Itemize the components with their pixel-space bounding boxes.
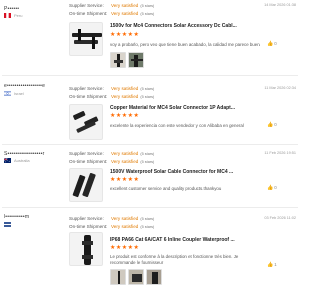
review-date: 14 Mar 2026 01:38 bbox=[264, 3, 296, 7]
product-title[interactable]: IP68 PA66 Cat 6A/CAT 6 Inline Coupler Wa… bbox=[110, 237, 260, 243]
helpful-button[interactable]: 👍0 bbox=[267, 41, 277, 47]
flag-peru-icon bbox=[4, 13, 11, 18]
product-thumbnail[interactable] bbox=[69, 232, 103, 266]
reviewer-name: e••••••••••••••••••e bbox=[4, 83, 46, 89]
review-comment: Le produit est conforme à la description… bbox=[110, 254, 239, 265]
reviewer-name: l••••••••••m bbox=[4, 214, 30, 220]
mc4-adapter-image bbox=[73, 110, 99, 133]
rating-stars: ★★★★★ bbox=[110, 32, 140, 38]
helpful-button[interactable]: 👍0 bbox=[267, 122, 277, 128]
review-comment: voy a probarlo, pero veo que tiene buen … bbox=[110, 42, 260, 47]
supplier-service-rating: Very satisfied (5 stars) bbox=[111, 3, 155, 8]
review-comment: excellent customer service and quality p… bbox=[110, 186, 222, 191]
thumbs-up-icon: 👍 bbox=[267, 262, 274, 268]
thumbs-up-icon: 👍 bbox=[267, 41, 274, 47]
supplier-service-label: Supplier Service: bbox=[69, 3, 104, 8]
ontime-shipment-label: On-time Shipment: bbox=[69, 159, 108, 164]
review-date: 11 Mar 2026 02:34 bbox=[264, 86, 296, 90]
reviewer-country: Israel bbox=[14, 91, 24, 96]
supplier-service-label: Supplier Service: bbox=[69, 216, 104, 221]
review-photo[interactable] bbox=[128, 52, 144, 68]
ontime-shipment-rating: Very satisfied (5 stars) bbox=[111, 224, 155, 229]
product-thumbnail[interactable] bbox=[69, 22, 103, 56]
supplier-service-rating: Very satisfied (5 stars) bbox=[111, 151, 155, 156]
review-card: l••••••••••m Supplier Service: Very sati… bbox=[0, 207, 300, 293]
ontime-shipment-rating: Very satisfied (5 stars) bbox=[111, 159, 155, 164]
ontime-shipment-label: On-time Shipment: bbox=[69, 94, 108, 99]
inline-coupler-image bbox=[82, 235, 93, 265]
reviewer-name: S••••••••••••••••••r bbox=[4, 151, 45, 157]
review-date: 03 Feb 2026 11:02 bbox=[264, 216, 296, 220]
review-comment: excelente la experiencia con este vended… bbox=[110, 123, 244, 128]
rating-stars: ★★★★★ bbox=[110, 245, 140, 251]
product-title[interactable]: 1500v for Mc4 Connectors Solar Accessory… bbox=[110, 23, 260, 29]
reviewer-country: Australia bbox=[14, 158, 30, 163]
review-photo[interactable] bbox=[110, 269, 126, 285]
review-photo[interactable] bbox=[146, 269, 162, 285]
product-title[interactable]: Copper Material for MC4 Solar Connector … bbox=[110, 105, 260, 111]
reviewer-name: P•••••• bbox=[4, 6, 20, 12]
flag-australia-icon bbox=[4, 158, 11, 163]
helpful-button[interactable]: 👍1 bbox=[267, 262, 277, 268]
helpful-button[interactable]: 👍0 bbox=[267, 185, 277, 191]
flag-israel-icon bbox=[4, 91, 11, 96]
review-photo[interactable] bbox=[110, 52, 126, 68]
flag-icon bbox=[4, 222, 11, 227]
rating-stars: ★★★★★ bbox=[110, 177, 140, 183]
supplier-service-rating: Very satisfied (5 stars) bbox=[111, 86, 155, 91]
rating-stars: ★★★★★ bbox=[110, 113, 140, 119]
ontime-shipment-rating: Very satisfied (5 stars) bbox=[111, 94, 155, 99]
ontime-shipment-label: On-time Shipment: bbox=[69, 224, 108, 229]
product-thumbnail[interactable] bbox=[69, 168, 103, 202]
review-date: 11 Feb 2026 19:51 bbox=[264, 151, 296, 155]
product-thumbnail[interactable] bbox=[69, 104, 103, 140]
reviewer-country: Peru bbox=[14, 13, 23, 18]
review-card: S••••••••••••••••••r Australia Supplier … bbox=[0, 144, 300, 207]
review-card: e••••••••••••••••••e Israel Supplier Ser… bbox=[0, 75, 300, 144]
waterproof-connector-image bbox=[72, 172, 96, 198]
supplier-service-rating: Very satisfied (5 stars) bbox=[111, 216, 155, 221]
thumbs-up-icon: 👍 bbox=[267, 185, 274, 191]
ontime-shipment-rating: Very satisfied (5 stars) bbox=[111, 11, 155, 16]
review-card: P•••••• Peru Supplier Service: Very sati… bbox=[0, 0, 300, 75]
supplier-service-label: Supplier Service: bbox=[69, 151, 104, 156]
thumbs-up-icon: 👍 bbox=[267, 122, 274, 128]
supplier-service-label: Supplier Service: bbox=[69, 86, 104, 91]
ontime-shipment-label: On-time Shipment: bbox=[69, 11, 108, 16]
review-photo[interactable] bbox=[128, 269, 144, 285]
solar-connector-image bbox=[72, 29, 102, 49]
product-title[interactable]: 1500V Waterproof Solar Cable Connector f… bbox=[110, 169, 260, 175]
